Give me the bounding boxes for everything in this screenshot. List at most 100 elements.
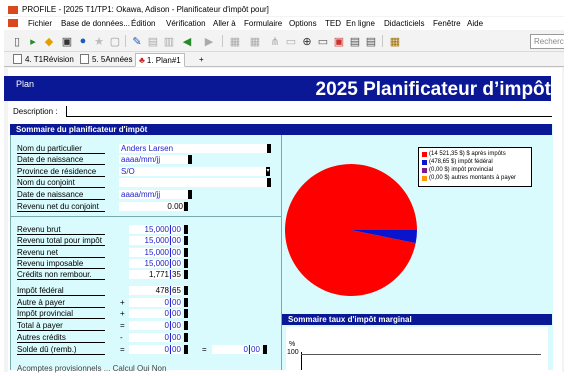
chart-legend: (14 521,35 $) $ après impôts (478,65 $) … — [418, 147, 532, 187]
legend-item: (14 521,35 $) $ après impôts — [422, 151, 506, 157]
screen-icon[interactable]: ▣ — [332, 34, 346, 48]
info-icon[interactable]: ● — [76, 34, 90, 48]
search-input[interactable]: Recherch — [530, 34, 564, 49]
tab-add[interactable]: + — [196, 53, 207, 65]
back-arrow-icon[interactable]: ◀ — [180, 34, 194, 48]
tab-5annees[interactable]: 5. 5Années — [77, 53, 135, 65]
total-income-cents[interactable]: 00 — [170, 236, 182, 245]
tax-year-icon[interactable]: ◆ — [42, 34, 56, 48]
menu-base-de-donnees[interactable]: Base de données... — [61, 19, 130, 28]
window-icon[interactable]: ▭ — [316, 34, 330, 48]
new-doc-icon[interactable]: ▯ — [10, 34, 24, 48]
row-label: Revenu imposable — [17, 259, 84, 268]
spouse-name-field[interactable] — [119, 178, 270, 187]
tab-label: 4. T1Révision — [25, 54, 74, 64]
spouse-net-income-field[interactable]: 0.00 — [119, 202, 183, 211]
tree-icon[interactable]: ⋔ — [268, 34, 282, 48]
installments-row: Acomptes provisionnels ... Calcul Oui No… — [17, 364, 167, 373]
total-payable-cents[interactable]: 00 — [170, 321, 182, 330]
credits-cents[interactable]: 35 — [170, 270, 182, 279]
chevron-down-icon[interactable]: ▾ — [266, 167, 270, 176]
credits-dollars[interactable]: 1,771 — [129, 270, 169, 279]
other-credits-dollars[interactable]: 0 — [129, 333, 169, 342]
field-label: Province de résidence — [17, 167, 97, 176]
menu-bar: Fichier Base de données... Édition Vérif… — [4, 17, 564, 30]
label-underline — [17, 199, 105, 200]
print-setup-icon[interactable]: ▤ — [364, 34, 378, 48]
tab-t1revision[interactable]: 4. T1Révision — [10, 53, 77, 65]
menu-options[interactable]: Options — [289, 19, 317, 28]
marginal-y-label: % — [289, 341, 296, 348]
form-icon[interactable]: ▤ — [146, 34, 160, 48]
menu-verification[interactable]: Vérification — [166, 19, 206, 28]
operator: = — [120, 345, 125, 354]
menu-fenetre[interactable]: Fenêtre — [433, 19, 461, 28]
label-underline — [17, 164, 105, 165]
description-input[interactable] — [66, 116, 552, 117]
legend-label: (14 521,35 $) $ après impôts — [429, 151, 506, 157]
balance-due-dollars[interactable]: 0 — [129, 345, 169, 354]
menu-didacticiels[interactable]: Didacticiels — [384, 19, 424, 28]
legend-item: (0,00 $) impôt provincial — [422, 167, 493, 173]
maple-leaf-icon: ♣ — [139, 55, 145, 65]
individual-name-field[interactable]: Anders Larsen — [119, 144, 270, 153]
net-income-dollars[interactable]: 15,000 — [129, 248, 169, 257]
save-icon[interactable]: ▣ — [60, 34, 74, 48]
taxable-income-dollars[interactable]: 15,000 — [129, 259, 169, 268]
provincial-tax-cents[interactable]: 00 — [170, 309, 182, 318]
search-doc-icon[interactable]: ▢ — [108, 34, 122, 48]
menu-formulaire[interactable]: Formulaire — [244, 19, 282, 28]
birth-date-field[interactable]: aaaa/mm/jj — [119, 155, 189, 164]
edit-icon[interactable]: ✎ — [130, 34, 144, 48]
zoom-icon[interactable]: ⊕ — [300, 34, 314, 48]
open-folder-icon[interactable]: ▸ — [26, 34, 40, 48]
tab-plan1[interactable]: ♣ 1. Plan#1 — [135, 53, 185, 67]
toolbar: ▯ ▸ ◆ ▣ ● ★ ▢ ✎ ▤ ▥ ◀ ▶ ▦ ▦ ⋔ ▭ ⊕ ▭ ▣ ▤ … — [4, 31, 564, 52]
field-label: Nom du particulier — [17, 144, 82, 153]
menu-en-ligne[interactable]: En ligne — [346, 19, 375, 28]
field-label: Revenu net du conjoint — [17, 202, 99, 211]
legend-swatch — [422, 159, 427, 165]
gross-income-cents[interactable]: 00 — [170, 225, 182, 234]
favorite-icon[interactable]: ★ — [92, 34, 106, 48]
field-end-marker — [184, 333, 188, 342]
taxable-income-cents[interactable]: 00 — [170, 259, 182, 268]
panel-divider — [281, 135, 282, 370]
other-credits-cents[interactable]: 00 — [170, 333, 182, 342]
operator: - — [120, 333, 123, 342]
marginal-chart — [286, 327, 548, 370]
legend-item: (478,65 $) impôt fédéral — [422, 159, 493, 165]
total-payable-dollars[interactable]: 0 — [129, 321, 169, 330]
layout-icon[interactable]: ▦ — [248, 34, 262, 48]
menu-aller-a[interactable]: Aller à — [213, 19, 236, 28]
calculator-icon[interactable]: ▦ — [388, 34, 402, 48]
other-payable-dollars[interactable]: 0 — [129, 298, 169, 307]
forward-arrow-icon[interactable]: ▶ — [202, 34, 216, 48]
gross-income-dollars[interactable]: 15,000 — [129, 225, 169, 234]
menu-aide[interactable]: Aide — [467, 19, 483, 28]
label-underline — [17, 279, 105, 280]
spouse-birth-date-field[interactable]: aaaa/mm/jj — [119, 190, 189, 199]
total-income-dollars[interactable]: 15,000 — [129, 236, 169, 245]
net-income-cents[interactable]: 00 — [170, 248, 182, 257]
menu-ted[interactable]: TED — [325, 19, 341, 28]
other-payable-cents[interactable]: 00 — [170, 298, 182, 307]
toolbar-separator — [382, 35, 383, 47]
menu-edition[interactable]: Édition — [131, 19, 155, 28]
form-tab-icon — [80, 54, 89, 64]
menu-fichier[interactable]: Fichier — [28, 19, 52, 28]
field-label: Date de naissance — [17, 155, 84, 164]
balance-due-cents[interactable]: 00 — [170, 345, 182, 354]
balance-alt-cents[interactable]: 00 — [249, 345, 261, 354]
grid-icon[interactable]: ▦ — [228, 34, 242, 48]
legend-label: (0,00 $) autres montants à payer — [429, 175, 517, 181]
copy-icon[interactable]: ▥ — [162, 34, 176, 48]
province-select[interactable]: S/O — [119, 167, 266, 176]
print-icon[interactable]: ▤ — [348, 34, 362, 48]
provincial-tax-dollars[interactable]: 0 — [129, 309, 169, 318]
field-end-marker — [184, 309, 188, 318]
federal-tax-cents[interactable]: 65 — [170, 286, 182, 295]
balance-alt-dollars[interactable]: 0 — [212, 345, 248, 354]
federal-tax-dollars[interactable]: 478 — [129, 286, 169, 295]
pages-icon[interactable]: ▭ — [284, 34, 298, 48]
